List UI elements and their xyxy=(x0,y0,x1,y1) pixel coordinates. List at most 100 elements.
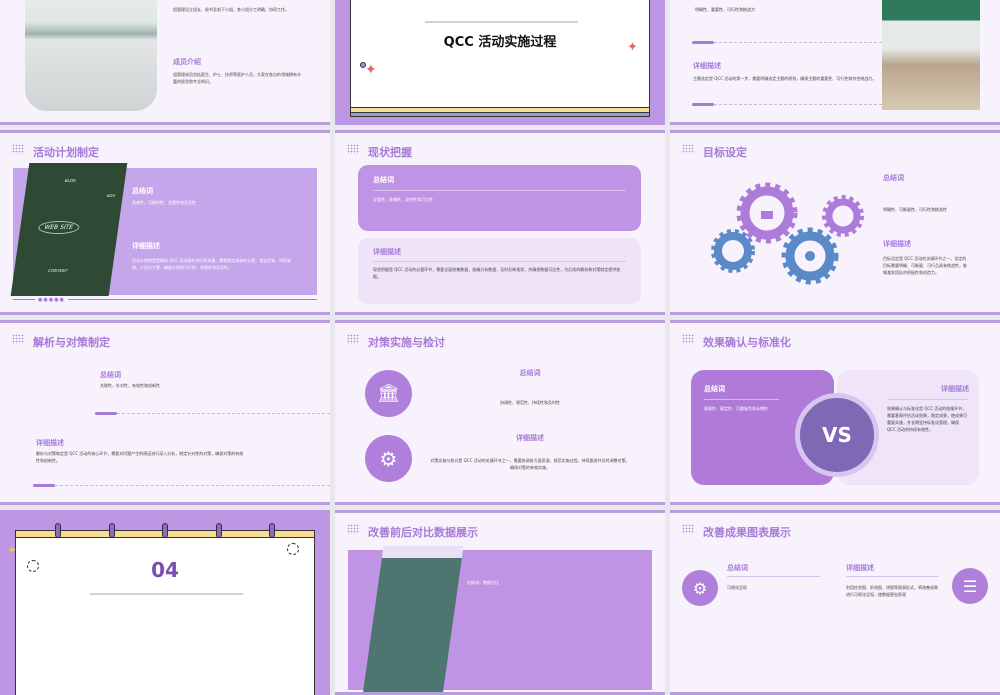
slide-implement[interactable]: 对策实施与检讨 🏛 ⚙ 总结词 协调性、规范性、持续性和及时性 详细描述 对策实… xyxy=(335,320,665,505)
members-heading: 成员介绍 xyxy=(173,58,201,66)
classroom-image xyxy=(882,0,980,110)
slide-title: 改善成果图表展示 xyxy=(703,526,791,539)
slide-title: 活动计划制定 xyxy=(33,146,99,159)
summary-heading: 总结词 xyxy=(727,564,748,572)
slide-topic[interactable]: 明确性、重要性、可行性和挑战力 详细描述 主题选定是 QCC 活动的第一步，需要… xyxy=(670,0,1000,125)
topic-summary: 明确性、重要性、可行性和挑战力 xyxy=(695,7,755,12)
slide-title: 目标设定 xyxy=(703,146,747,159)
detail-heading: 详细描述 xyxy=(941,385,969,393)
summary-text: 明确性、可衡量性、可行性和挑战性 xyxy=(883,207,947,212)
detail-text: 对策实施与检讨是 QCC 活动的关键环节之一，需要协调各方面资源，规范实施过程，… xyxy=(430,458,630,470)
divider-bar xyxy=(692,41,714,44)
divider-dash xyxy=(55,485,330,486)
bank-icon: 🏛 xyxy=(365,370,412,417)
slide-status[interactable]: 现状把握 总结词 全面性、准确性、及时性和可比性 详细描述 现状把握是 QCC … xyxy=(335,130,665,315)
binder-rings xyxy=(55,523,275,538)
slide-analysis[interactable]: 解析与对策制定 总结词 关联性、针对性、有效性和创新性 详细描述 解析与对策制定… xyxy=(0,320,330,505)
circle-icon xyxy=(360,62,366,68)
chalkboard-image: BLOG WEB SITE CONTENT ADV xyxy=(10,163,128,296)
dots-icon xyxy=(12,144,24,154)
summary-text: 具体性、可操作性、合理性和灵活性 xyxy=(132,200,196,205)
detail-heading: 详细描述 xyxy=(883,240,911,248)
section-card xyxy=(15,530,315,695)
summary-text: 可视化呈现 xyxy=(727,585,747,590)
divider xyxy=(90,593,243,595)
slide-title: 解析与对策制定 xyxy=(33,336,110,349)
detail-text: 利用柱状图、折线图、饼图等图表形式，将改善成果进行可视化呈现，使数据更加直观 xyxy=(846,585,938,597)
summary-heading: 总结词 xyxy=(883,174,904,182)
summary-heading: 总结词 xyxy=(519,369,541,377)
summary-text: 总结词：数据对比 xyxy=(467,580,499,585)
dots-icon xyxy=(347,144,359,154)
divider xyxy=(727,576,820,577)
summary-heading: 总结词 xyxy=(373,176,394,184)
dots-icon xyxy=(682,144,694,154)
slide-effect[interactable]: 效果确认与标准化 总结词 客观性、稳定性、可重复性和长期性 详细描述 效果确认与… xyxy=(670,320,1000,505)
detail-text: 现状把握是 QCC 活动的必要环节，需要全面收集数据，准确分析数据，及时反映现状… xyxy=(373,267,621,279)
slide-title: 对策实施与检讨 xyxy=(368,336,445,349)
detail-heading: 详细描述 xyxy=(36,439,64,447)
divider-dash xyxy=(714,104,882,105)
detail-heading: 详细描述 xyxy=(846,564,874,572)
section-number: 04 xyxy=(151,558,179,582)
slide-title: 现状把握 xyxy=(368,146,412,159)
summary-heading: 总结词 xyxy=(100,371,121,379)
slide-team[interactable]: 组管理设立组长、秘书及若干小组，各小组分工明确、协同工作。 成员介绍 组管理成员… xyxy=(0,0,330,125)
card-stripes xyxy=(350,107,650,117)
gear-icon: ⚙ xyxy=(682,570,718,606)
divider-bar xyxy=(692,103,714,106)
target-icon xyxy=(805,251,815,261)
detail-text: 解析与对策制定是 QCC 活动的核心环节，需要对问题产生的原因进行深入分析，制定… xyxy=(36,451,244,463)
summary-text: 全面性、准确性、及时性和可比性 xyxy=(373,197,433,202)
sparkle-icon: ✦ xyxy=(365,62,377,78)
divider-bar xyxy=(33,484,55,487)
sparkle-icon: ✦ xyxy=(627,40,638,55)
slide-title: 效果确认与标准化 xyxy=(703,336,791,349)
section-card xyxy=(350,0,650,116)
members-text: 组管理成员包括医生、护士、技师等医护人员，大家在各自的领域拥有丰富的经验和专业知… xyxy=(173,72,301,84)
detail-heading: 详细描述 xyxy=(132,242,160,250)
gear-icon xyxy=(714,232,752,270)
detail-card: 详细描述 现状把握是 QCC 活动的必要环节，需要全面收集数据，准确分析数据，及… xyxy=(358,238,641,304)
bottom-line xyxy=(13,299,35,300)
slide-charts[interactable]: 改善成果图表展示 ⚙ 总结词 可视化呈现 详细描述 利用柱状图、折线图、饼图等图… xyxy=(670,510,1000,695)
slide-section-3[interactable]: 03 QCC 活动实施过程 ✦ ✦ xyxy=(335,0,665,125)
detail-heading: 详细描述 xyxy=(693,62,721,70)
dashed-circle xyxy=(287,543,299,555)
summary-text: 协调性、规范性、持续性和及时性 xyxy=(500,400,560,405)
dots-icon xyxy=(347,524,359,534)
detail-text: 主题选定是 QCC 活动的第一步，需要明确选定主题的原则，确保主题的重要性、可行… xyxy=(693,76,877,81)
dots-icon xyxy=(682,524,694,534)
classroom-image xyxy=(25,0,157,111)
gear-icon: ⚙ xyxy=(365,435,412,482)
detail-text: 效果确认与标准化是 QCC 活动的收尾环节，需要客观评估活动效果，稳定成果，使成… xyxy=(887,406,967,432)
summary-text: 关联性、针对性、有效性和创新性 xyxy=(100,383,160,388)
dots-icon xyxy=(682,334,694,344)
divider-dash xyxy=(714,42,882,43)
summary-card: 总结词 全面性、准确性、及时性和可比性 xyxy=(358,165,641,231)
summary-heading: 总结词 xyxy=(132,187,153,195)
dots-icon xyxy=(347,334,359,344)
divider xyxy=(846,576,939,577)
divider xyxy=(425,21,578,23)
dots-icon xyxy=(12,334,24,344)
detail-heading: 详细描述 xyxy=(516,434,544,442)
slide-compare[interactable]: 改善前后对比数据展示 总结词：数据对比 xyxy=(335,510,665,695)
vs-badge: VS xyxy=(795,393,879,477)
gear-icon xyxy=(825,198,861,234)
chart-icon xyxy=(761,211,773,219)
gears-illustration xyxy=(711,182,864,285)
slide-goal[interactable]: 目标设定 总结词 明确性、可衡量性、可行性和挑战性 详细描述 目标设定是 QCC… xyxy=(670,130,1000,315)
slide-title: 改善前后对比数据展示 xyxy=(368,526,478,539)
divider-dash xyxy=(117,413,330,414)
sparkle-icon: ✦ xyxy=(7,543,18,557)
summary-heading: 总结词 xyxy=(704,385,725,393)
detail-heading: 详细描述 xyxy=(373,248,401,256)
bottom-line xyxy=(68,299,317,300)
slide-section-4[interactable]: ✦ 04 xyxy=(0,510,330,695)
slide-plan[interactable]: 活动计划制定 BLOG WEB SITE CONTENT ADV 总结词 具体性… xyxy=(0,130,330,315)
team-text: 组管理设立组长、秘书及若干小组，各小组分工明确、协同工作。 xyxy=(173,7,289,12)
pager-dots: ●●●●● xyxy=(38,297,65,303)
detail-text: 活动计划制定是确保 QCC 活动顺利进行的关键，需要制定具体的计划，包括目标、时… xyxy=(132,258,292,270)
section-title: QCC 活动实施过程 xyxy=(443,35,557,50)
